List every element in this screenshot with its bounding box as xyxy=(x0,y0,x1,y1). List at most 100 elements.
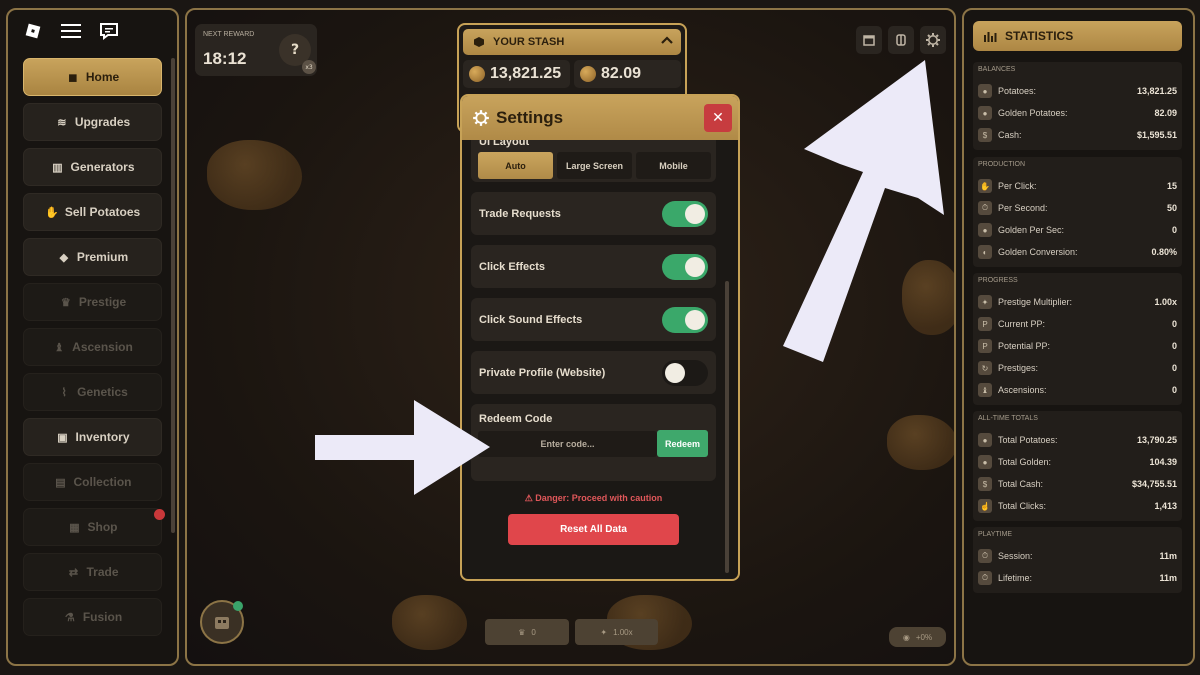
statistics-title: STATISTICS xyxy=(1005,29,1074,43)
stat-icon: ☝ xyxy=(978,499,992,513)
stat-icon: $ xyxy=(978,128,992,142)
stat-icon: $ xyxy=(978,477,992,491)
redeem-code-group: Redeem Code Enter code... Redeem xyxy=(471,404,716,481)
nav-item-genetics[interactable]: ⌇ Genetics xyxy=(23,373,162,411)
toggle-label: Click Sound Effects xyxy=(479,313,583,326)
toggle-switch[interactable] xyxy=(662,306,708,333)
nav-item-premium[interactable]: ◆ Premium xyxy=(23,238,162,276)
chevron-up-icon[interactable] xyxy=(661,35,673,45)
stats-section-playtime: PLAYTIME ⏱ Session: 11m ⏱ Lifetime: 11m xyxy=(973,527,1182,593)
redeem-code-input[interactable]: Enter code... xyxy=(478,431,657,457)
bonus-pill[interactable]: ◉ +0% xyxy=(889,627,946,647)
diamond-icon: ◆ xyxy=(59,251,69,264)
toggle-row-trade-requests: Trade Requests xyxy=(471,192,716,235)
stat-row: ♝ Ascensions: 0 xyxy=(978,379,1177,401)
nav-item-upgrades[interactable]: ≋ Upgrades xyxy=(23,103,162,141)
stash-header[interactable]: YOUR STASH xyxy=(463,29,681,55)
next-reward-timer: 18:12 xyxy=(203,49,247,68)
robot-icon: ▣ xyxy=(57,431,68,444)
stat-value: 0 xyxy=(1171,363,1177,373)
nav-item-shop[interactable]: ▦ Shop xyxy=(23,508,162,546)
nav-item-collection[interactable]: ▤ Collection xyxy=(23,463,162,501)
prestige-points-pill[interactable]: ♛ 0 xyxy=(485,619,569,645)
stat-icon: ⏱ xyxy=(978,571,992,585)
nav-item-label: Fusion xyxy=(82,610,123,624)
stat-label: Total Golden: xyxy=(998,457,1052,467)
stat-icon: ● xyxy=(978,84,992,98)
robot-avatar-icon xyxy=(215,617,229,629)
calendar-icon xyxy=(863,35,875,46)
toggle-label: Trade Requests xyxy=(479,207,561,220)
settings-title: Settings xyxy=(496,108,564,127)
toggle-switch[interactable] xyxy=(662,200,708,227)
leaderboard-icon xyxy=(896,34,906,46)
redeem-button[interactable]: Redeem xyxy=(657,430,708,457)
stat-icon: ● xyxy=(978,106,992,120)
stat-icon: P xyxy=(978,339,992,353)
ui-layout-label: UI Layout xyxy=(479,140,530,148)
stat-value: 11m xyxy=(1159,551,1177,561)
settings-body: UI Layout Auto Large Screen Mobile Trade R… xyxy=(471,140,716,579)
crown-icon: ♛ xyxy=(60,296,71,309)
player-avatar[interactable] xyxy=(200,600,244,644)
settings-scrollbar[interactable] xyxy=(725,281,729,573)
stat-label: Per Second: xyxy=(998,203,1048,213)
stat-row: ⏱ Lifetime: 11m xyxy=(978,567,1177,589)
nav-item-inventory[interactable]: ▣ Inventory xyxy=(23,418,162,456)
background-potato xyxy=(207,140,302,210)
toggle-switch[interactable] xyxy=(662,253,708,280)
nav-item-sell-potatoes[interactable]: ✋ Sell Potatoes xyxy=(23,193,162,231)
stash-golden-value: 82.09 xyxy=(601,65,642,82)
hamburger-menu-icon[interactable] xyxy=(60,20,82,42)
sidebar-scrollbar[interactable] xyxy=(171,58,175,533)
layout-option-large-screen[interactable]: Large Screen xyxy=(557,152,632,179)
top-right-buttons xyxy=(856,26,946,54)
nav-item-home[interactable]: ◼ Home xyxy=(23,58,162,96)
reward-multiplier-badge: x3 xyxy=(302,60,316,74)
stat-label: Potential PP: xyxy=(998,341,1051,351)
stat-value: 0 xyxy=(1171,319,1177,329)
redeem-code-label: Redeem Code xyxy=(479,413,553,425)
stat-row: ◐ Golden Conversion: 0.80% xyxy=(978,241,1177,263)
nav-item-generators[interactable]: ▥ Generators xyxy=(23,148,162,186)
settings-modal: Settings ✕ UI Layout Auto Large Screen Mob… xyxy=(460,94,740,581)
stats-section-title: ALL-TIME TOTALS xyxy=(978,415,1038,422)
nav-item-label: Upgrades xyxy=(74,115,131,129)
close-button[interactable]: ✕ xyxy=(704,104,732,132)
settings-button[interactable] xyxy=(920,26,946,54)
settings-toggles: Trade Requests Click Effects Click Sound E… xyxy=(471,192,716,394)
layout-option-auto[interactable]: Auto xyxy=(478,152,553,179)
reset-all-data-button[interactable]: Reset All Data xyxy=(508,514,679,545)
nav-item-label: Sell Potatoes xyxy=(64,205,141,219)
nav-item-ascension[interactable]: ♝ Ascension xyxy=(23,328,162,366)
nav-item-prestige[interactable]: ♛ Prestige xyxy=(23,283,162,321)
danger-warning: ⚠ Danger: Proceed with caution xyxy=(524,493,663,503)
stat-label: Golden Potatoes: xyxy=(998,108,1068,118)
stats-section-title: BALANCES xyxy=(978,66,1016,73)
stat-row: $ Cash: $1,595.51 xyxy=(978,124,1177,146)
potato-icon xyxy=(469,66,485,82)
nav-item-trade[interactable]: ⇄ Trade xyxy=(23,553,162,591)
leaderboard-button[interactable] xyxy=(888,26,914,54)
calendar-button[interactable] xyxy=(856,26,882,54)
stat-icon: P xyxy=(978,317,992,331)
roblox-logo-icon[interactable] xyxy=(22,20,44,42)
chat-icon[interactable] xyxy=(98,20,120,42)
next-reward-card[interactable]: NEXT REWARD 18:12 ? x3 xyxy=(195,24,317,76)
stat-row: $ Total Cash: $34,755.51 xyxy=(978,473,1177,495)
stat-value: 50 xyxy=(1166,203,1177,213)
toggle-switch[interactable] xyxy=(662,359,708,386)
golden-potato-icon xyxy=(580,66,596,82)
stat-row: P Potential PP: 0 xyxy=(978,335,1177,357)
left-sidebar: ◼ Home ≋ Upgrades ▥ Generators ✋ Sell Potatoes ◆… xyxy=(6,8,179,666)
stat-value: 13,821.25 xyxy=(1136,86,1177,96)
stat-value: 0 xyxy=(1171,341,1177,351)
nav-item-label: Premium xyxy=(76,250,129,264)
stat-label: Lifetime: xyxy=(998,573,1033,583)
layout-option-mobile[interactable]: Mobile xyxy=(636,152,711,179)
background-potato xyxy=(887,415,954,470)
nav-item-fusion[interactable]: ⚗ Fusion xyxy=(23,598,162,636)
stat-row: ↻ Prestiges: 0 xyxy=(978,357,1177,379)
stats-section-balances: BALANCES ● Potatoes: 13,821.25 ● Golden Potat… xyxy=(973,62,1182,150)
multiplier-pill[interactable]: ✦ 1.00x xyxy=(575,619,658,645)
